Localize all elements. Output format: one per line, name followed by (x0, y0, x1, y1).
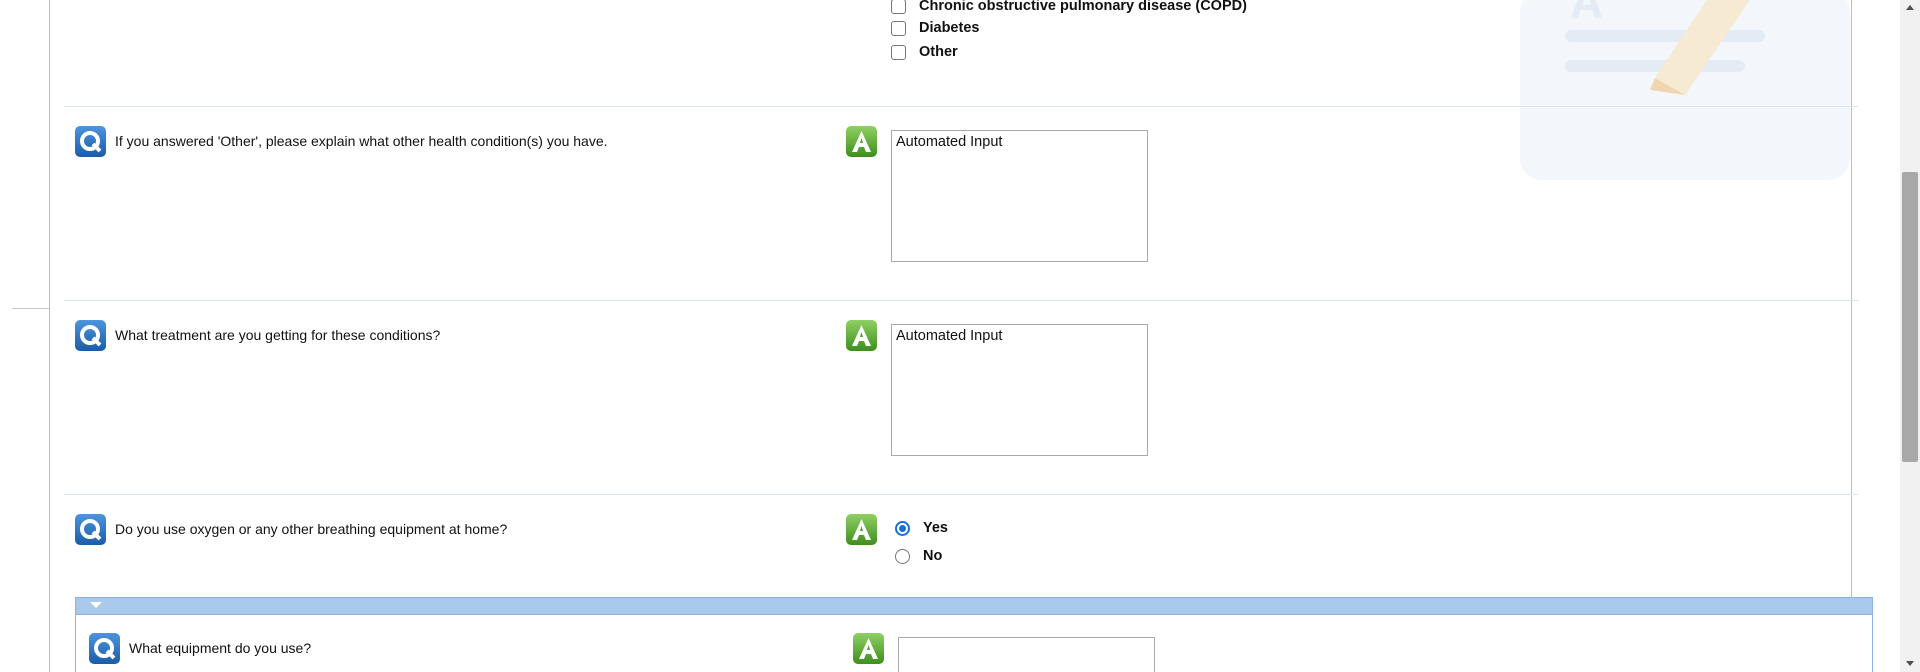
row-separator (64, 494, 1858, 495)
svg-text:A: A (1570, 0, 1603, 28)
question-text-treatment: What treatment are you getting for these… (115, 327, 441, 343)
radio-label: No (923, 548, 943, 564)
radio-label: Yes (923, 520, 948, 536)
equipment-subsection: What equipment do you use? (75, 597, 1873, 672)
radio-option-no[interactable]: No (895, 547, 942, 565)
form-right-border (1851, 0, 1852, 672)
scroll-up-arrow-icon[interactable] (1900, 0, 1920, 17)
radio-button[interactable] (895, 548, 910, 564)
checkbox[interactable] (891, 44, 906, 60)
answer-icon (846, 126, 877, 157)
form-left-border (49, 0, 50, 672)
subsection-collapse-header[interactable] (76, 598, 1872, 615)
treatment-textarea[interactable]: Automated Input (891, 324, 1148, 456)
question-icon (75, 126, 106, 157)
checkbox-option-diabetes[interactable]: Diabetes (891, 19, 979, 37)
checkbox-label: Chronic obstructive pulmonary disease (C… (919, 0, 1247, 14)
checkbox[interactable] (891, 0, 906, 14)
checkbox-label: Other (919, 44, 958, 60)
row-separator (64, 300, 1858, 301)
checkbox-label: Diabetes (919, 20, 980, 36)
answer-icon (846, 320, 877, 351)
checkbox-option-other[interactable]: Other (891, 43, 958, 61)
question-text-equipment: What equipment do you use? (129, 640, 312, 656)
answer-icon (853, 633, 884, 664)
question-text-other-conditions: If you answered 'Other', please explain … (115, 133, 608, 149)
vertical-scrollbar[interactable] (1900, 0, 1920, 672)
collapse-triangle-icon[interactable] (90, 602, 102, 608)
question-icon (75, 320, 106, 351)
answer-icon (846, 514, 877, 545)
document-edit-watermark-icon: A (1520, 0, 1850, 180)
checkbox[interactable] (891, 20, 906, 36)
equipment-textarea[interactable] (898, 637, 1155, 672)
checkbox-option-copd[interactable]: Chronic obstructive pulmonary disease (C… (891, 0, 1247, 15)
other-conditions-textarea[interactable]: Automated Input (891, 130, 1148, 262)
radio-button[interactable] (895, 520, 910, 536)
question-text-oxygen: Do you use oxygen or any other breathing… (115, 521, 508, 537)
left-side-panel (12, 0, 50, 309)
scroll-down-arrow-icon[interactable] (1900, 655, 1920, 672)
radio-option-yes[interactable]: Yes (895, 519, 948, 537)
question-icon (89, 633, 120, 664)
question-icon (75, 514, 106, 545)
scroll-thumb[interactable] (1902, 172, 1918, 462)
row-separator (64, 106, 1858, 107)
